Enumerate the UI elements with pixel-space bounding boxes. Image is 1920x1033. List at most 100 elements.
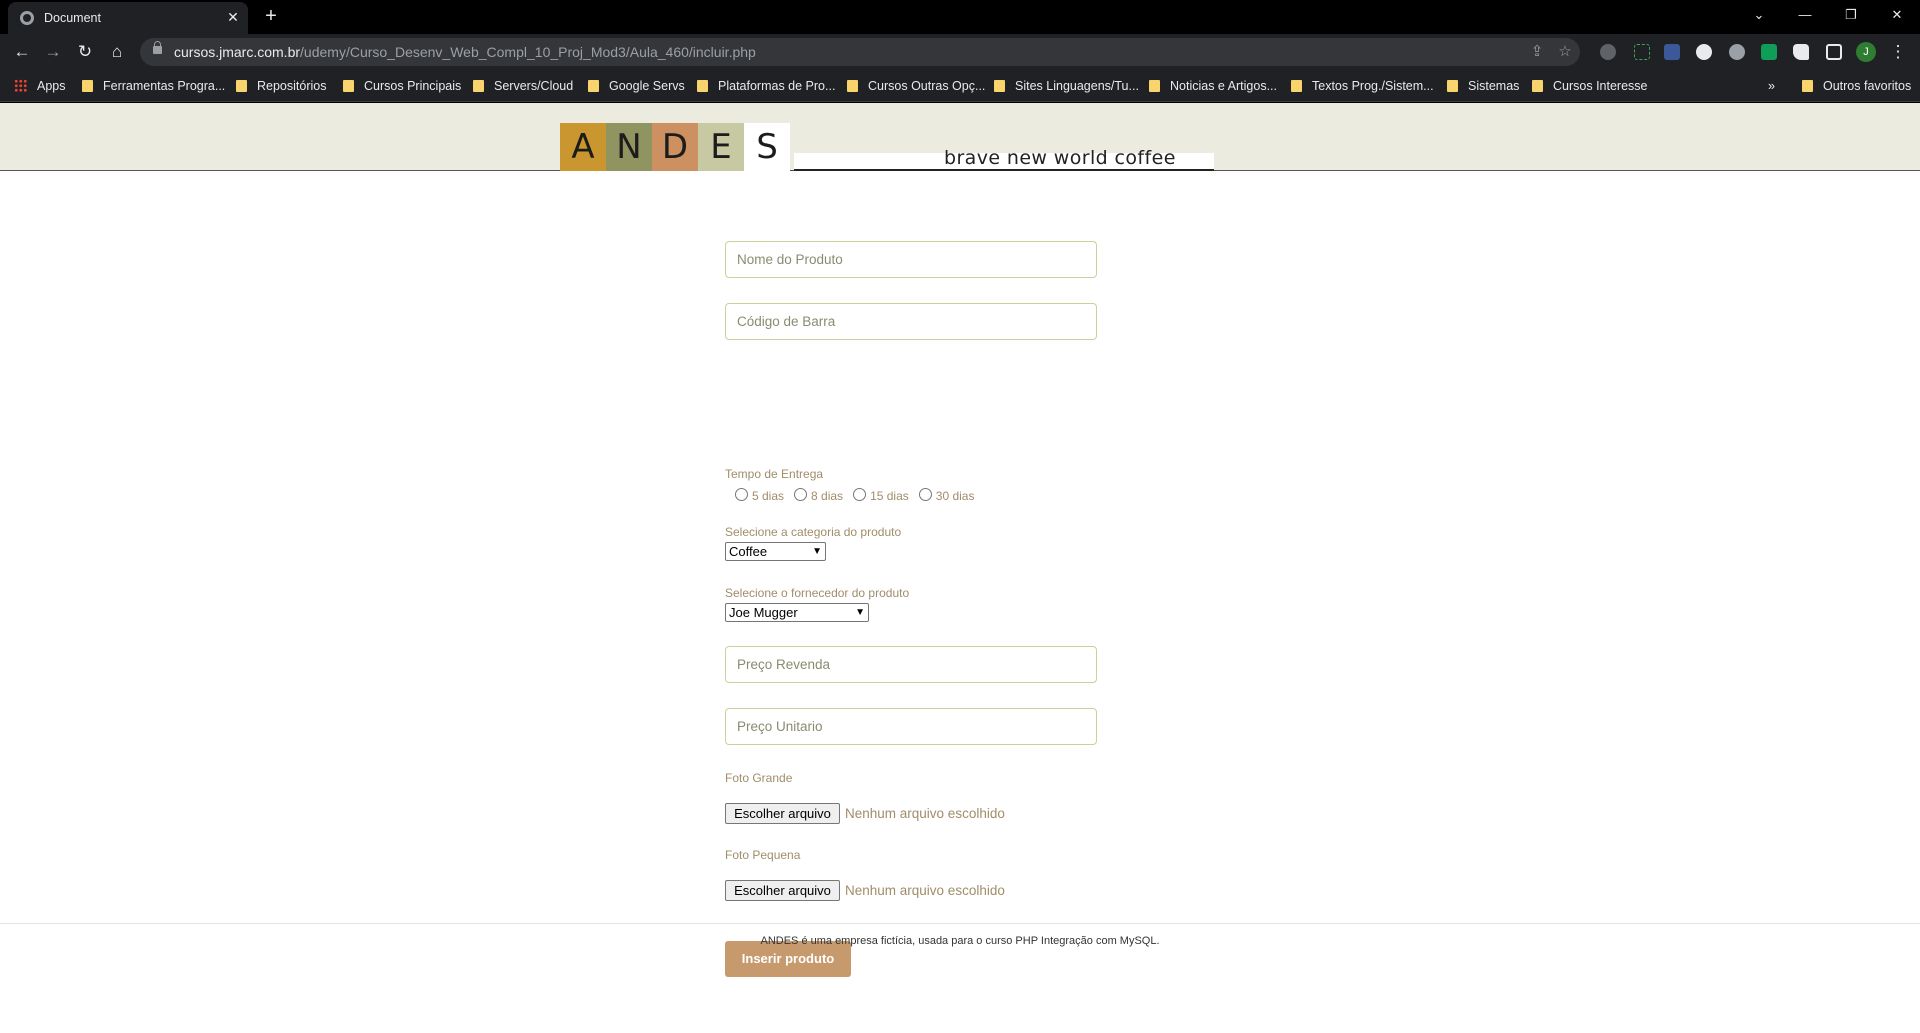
category-select[interactable]: Coffee ▼	[725, 542, 826, 561]
logo-letter: A	[560, 123, 606, 171]
radio-button[interactable]	[853, 487, 867, 501]
extensions-puzzle-icon[interactable]	[1793, 44, 1809, 60]
small-photo-label: Foto Pequena	[725, 848, 801, 862]
lock-icon	[153, 41, 162, 54]
folder-icon	[236, 80, 247, 92]
unit-price-input[interactable]: Preço Unitario	[725, 708, 1097, 745]
bookmark-folder[interactable]: Repositórios	[236, 78, 326, 94]
barcode-input[interactable]: Código de Barra	[725, 303, 1097, 340]
delivery-time-label: Tempo de Entrega	[725, 467, 824, 481]
barcode-placeholder: Código de Barra	[737, 314, 836, 329]
chevron-down-icon: ▼	[812, 546, 822, 557]
minimize-icon[interactable]: —	[1790, 4, 1820, 26]
folder-icon	[343, 80, 354, 92]
folder-icon	[697, 80, 708, 92]
bookmark-folder[interactable]: Servers/Cloud	[473, 78, 573, 94]
radio-button[interactable]	[735, 487, 748, 501]
extension-gear-icon[interactable]	[1600, 44, 1616, 60]
tagline-bar: brave new world coffee	[794, 147, 1214, 171]
delivery-option[interactable]: 30 dias	[918, 486, 974, 503]
extension-screenshot-icon[interactable]	[1634, 44, 1650, 60]
forward-icon[interactable]: →	[41, 40, 65, 64]
folder-icon	[82, 80, 93, 92]
profile-avatar[interactable]: J	[1856, 42, 1876, 62]
share-icon[interactable]: ⇪	[1526, 41, 1548, 63]
bookmark-folder[interactable]: Sistemas	[1447, 78, 1519, 94]
bookmark-folder[interactable]: Ferramentas Progra...	[82, 78, 225, 94]
folder-icon	[847, 80, 858, 92]
category-label: Selecione a categoria do produto	[725, 525, 902, 539]
extension-react-icon[interactable]	[1729, 44, 1745, 60]
tagline: brave new world coffee	[944, 147, 1176, 169]
extension-green-icon[interactable]	[1761, 44, 1777, 60]
logo-letter: S	[744, 123, 790, 171]
page-viewport: A N D E S brave new world coffee Nome do…	[0, 103, 1920, 1033]
restore-icon[interactable]: ❐	[1836, 4, 1866, 26]
reload-icon[interactable]: ↻	[73, 40, 97, 64]
extension-circle-icon[interactable]	[1696, 44, 1712, 60]
tab-title: Document	[44, 11, 101, 25]
browser-toolbar: ← → ↻ ⌂ cursos.jmarc.com.br/udemy/Curso_…	[0, 34, 1920, 70]
browser-tab[interactable]: Document ✕	[8, 2, 248, 34]
logo-letter: N	[606, 123, 652, 171]
star-icon[interactable]: ☆	[1554, 41, 1576, 63]
url-text[interactable]: cursos.jmarc.com.br/udemy/Curso_Desenv_W…	[174, 44, 756, 60]
close-tab-icon[interactable]: ✕	[224, 8, 242, 26]
folder-icon	[1532, 80, 1543, 92]
resale-price-placeholder: Preço Revenda	[737, 657, 831, 672]
site-header: A N D E S brave new world coffee	[0, 103, 1920, 171]
large-photo-label: Foto Grande	[725, 771, 793, 785]
folder-icon	[473, 80, 484, 92]
radio-button[interactable]	[794, 487, 808, 501]
delivery-option[interactable]: 15 dias	[853, 486, 909, 503]
logo-letter: D	[652, 123, 698, 171]
footer-divider	[0, 923, 1920, 924]
home-icon[interactable]: ⌂	[105, 40, 129, 64]
url-host: cursos.jmarc.com.br	[174, 44, 301, 60]
extension-blue-icon[interactable]	[1664, 44, 1680, 60]
andes-logo[interactable]: A N D E S	[560, 123, 790, 171]
chevron-down-icon: ▼	[855, 607, 865, 618]
radio-button[interactable]	[918, 487, 932, 501]
bookmark-folder[interactable]: Google Servs	[588, 78, 685, 94]
new-tab-button[interactable]: +	[260, 5, 282, 27]
bookmarks-bar: Apps Ferramentas Progra... Repositórios …	[0, 70, 1920, 102]
folder-icon	[1291, 80, 1302, 92]
bookmark-folder[interactable]: Cursos Principais	[343, 78, 461, 94]
folder-icon	[1447, 80, 1458, 92]
footer-text: ANDES é uma empresa fictícia, usada para…	[760, 935, 1160, 947]
globe-icon	[20, 11, 34, 25]
menu-kebab-icon[interactable]: ⋮	[1886, 40, 1910, 64]
small-photo-file-button[interactable]: Escolher arquivo	[725, 880, 840, 901]
category-value: Coffee	[729, 544, 768, 559]
bookmark-folder[interactable]: Cursos Outras Opç...	[847, 78, 985, 94]
large-photo-file-button[interactable]: Escolher arquivo	[725, 803, 840, 824]
side-panel-icon[interactable]	[1826, 44, 1842, 60]
bookmark-other-favorites[interactable]: Outros favoritos	[1802, 78, 1911, 94]
bookmark-folder[interactable]: Plataformas de Pro...	[697, 78, 835, 94]
close-window-icon[interactable]: ✕	[1882, 4, 1912, 26]
bookmark-folder[interactable]: Noticias e Artigos...	[1149, 78, 1277, 94]
tab-search-icon[interactable]: ⌄	[1744, 4, 1774, 26]
product-name-input[interactable]: Nome do Produto	[725, 241, 1097, 278]
bookmark-folder[interactable]: Sites Linguagens/Tu...	[994, 78, 1139, 94]
delivery-option[interactable]: 8 dias	[794, 486, 843, 503]
bookmark-apps[interactable]: Apps	[14, 78, 66, 94]
bookmark-folder[interactable]: Textos Prog./Sistem...	[1291, 78, 1434, 94]
back-icon[interactable]: ←	[10, 40, 34, 64]
folder-icon	[1802, 80, 1813, 92]
tab-strip: Document ✕ + ⌄ — ❐ ✕	[0, 0, 1920, 34]
unit-price-placeholder: Preço Unitario	[737, 719, 823, 734]
bookmarks-overflow-icon[interactable]: »	[1768, 78, 1775, 94]
address-bar[interactable]: cursos.jmarc.com.br/udemy/Curso_Desenv_W…	[140, 38, 1580, 66]
apps-grid-icon	[14, 79, 27, 92]
folder-icon	[588, 80, 599, 92]
bookmark-folder[interactable]: Cursos Interesse	[1532, 78, 1647, 94]
logo-letter: E	[698, 123, 744, 171]
supplier-select[interactable]: Joe Mugger ▼	[725, 603, 869, 622]
folder-icon	[1149, 80, 1160, 92]
large-photo-file-status: Nenhum arquivo escolhido	[845, 806, 1005, 821]
delivery-option[interactable]: 5 dias	[735, 486, 784, 503]
delivery-time-radios: 5 dias 8 dias 15 dias 30 dias	[735, 486, 984, 503]
resale-price-input[interactable]: Preço Revenda	[725, 646, 1097, 683]
